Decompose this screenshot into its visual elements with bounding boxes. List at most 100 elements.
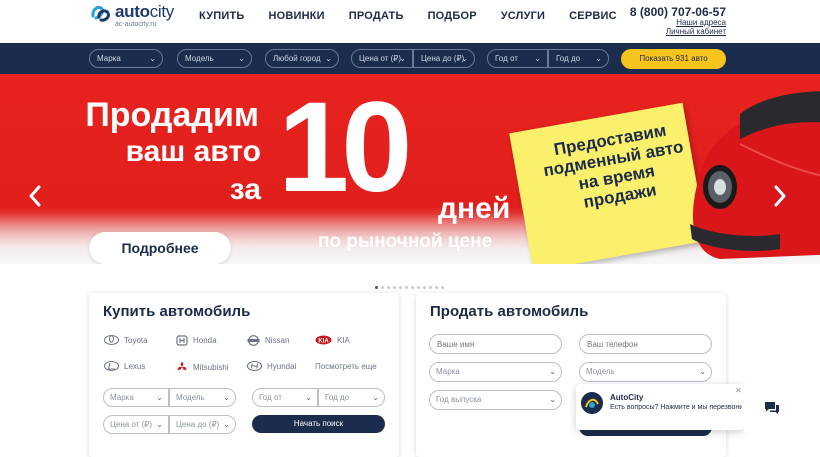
sell-phone-input[interactable] bbox=[579, 334, 712, 354]
filter-price-from-select[interactable]: Цена от (₽) ⌄ bbox=[351, 49, 413, 68]
car-illustration bbox=[690, 91, 820, 259]
chevron-down-icon: ⌄ bbox=[305, 393, 312, 402]
buy-model-label: Модель bbox=[176, 393, 205, 402]
carousel-dot[interactable] bbox=[429, 286, 432, 289]
filter-city-select[interactable]: Любой город ⌄ bbox=[265, 49, 339, 68]
filter-brand-select[interactable]: Марка ⌄ bbox=[89, 49, 163, 68]
filter-price-from-label: Цена от (₽) bbox=[359, 54, 402, 63]
brand-kia-label: KIA bbox=[337, 335, 350, 345]
chevron-down-icon: ⌄ bbox=[549, 367, 556, 376]
nav-services[interactable]: УСЛУГИ bbox=[501, 10, 545, 22]
filter-price-to-label: Цена до (₽) bbox=[421, 54, 465, 63]
buy-price-from-select[interactable]: Цена от (₽) ⌄ bbox=[103, 415, 169, 434]
carousel-dot[interactable] bbox=[381, 286, 384, 289]
carousel-dot[interactable] bbox=[411, 286, 414, 289]
chat-message: Есть вопросы? Нажмите и мы перезвоним ва… bbox=[610, 404, 742, 411]
logo-text-auto: auto bbox=[115, 2, 150, 21]
nav-service[interactable]: СЕРВИС bbox=[569, 10, 617, 22]
chevron-down-icon: ⌄ bbox=[595, 54, 602, 63]
lexus-icon bbox=[104, 361, 119, 371]
chevron-down-icon: ⌄ bbox=[156, 393, 163, 402]
brand-hyundai[interactable]: Hyundai bbox=[247, 361, 296, 371]
close-icon[interactable]: ✕ bbox=[735, 386, 742, 395]
filter-year-from-select[interactable]: Год от ⌄ bbox=[487, 49, 548, 68]
hyundai-icon bbox=[247, 361, 262, 371]
chevron-down-icon: ⌄ bbox=[699, 367, 706, 376]
carousel-dot[interactable] bbox=[441, 286, 444, 289]
main-nav: КУПИТЬ НОВИНКИ ПРОДАТЬ ПОДБОР УСЛУГИ СЕР… bbox=[199, 10, 641, 22]
nav-sell[interactable]: ПРОДАТЬ bbox=[349, 10, 404, 22]
site-header: autocity ac-autocity.ru КУПИТЬ НОВИНКИ П… bbox=[0, 0, 820, 43]
carousel-dot[interactable] bbox=[375, 286, 378, 289]
buy-year-to-select[interactable]: Год до ⌄ bbox=[318, 388, 385, 407]
banner-number: 10 bbox=[278, 76, 412, 219]
carousel-dot[interactable] bbox=[435, 286, 438, 289]
sell-model-select[interactable]: Модель ⌄ bbox=[579, 362, 712, 382]
filter-year-from-label: Год от bbox=[495, 54, 518, 63]
brand-honda[interactable]: Honda bbox=[176, 335, 217, 346]
sell-brand-select[interactable]: Марка ⌄ bbox=[429, 362, 562, 382]
buy-year-from-select[interactable]: Год от ⌄ bbox=[252, 388, 318, 407]
sell-year-label: Год выпуска bbox=[436, 395, 482, 404]
buy-title: Купить автомобиль bbox=[103, 303, 251, 320]
brand-hyundai-label: Hyundai bbox=[267, 361, 297, 371]
logo-icon bbox=[90, 4, 112, 24]
logo-wordmark: autocity bbox=[115, 2, 174, 21]
sell-title: Продать автомобиль bbox=[430, 303, 589, 320]
chat-avatar bbox=[581, 392, 603, 414]
toyota-icon bbox=[104, 335, 119, 345]
chevron-down-icon: ⌄ bbox=[223, 420, 230, 429]
nissan-icon bbox=[247, 335, 260, 346]
carousel-dot[interactable] bbox=[399, 286, 402, 289]
brand-honda-label: Honda bbox=[193, 336, 217, 345]
chat-popup[interactable]: AutoCity Есть вопросы? Нажмите и мы пере… bbox=[576, 384, 744, 430]
brand-see-more-link[interactable]: Посмотреть еще bbox=[315, 362, 377, 371]
sell-name-input[interactable] bbox=[429, 334, 562, 354]
carousel-prev-icon[interactable] bbox=[27, 185, 43, 207]
brand-mitsubishi[interactable]: Mitsubishi bbox=[176, 361, 229, 373]
brand-nissan-label: Nissan bbox=[265, 336, 290, 345]
carousel-dot[interactable] bbox=[423, 286, 426, 289]
carousel-dot[interactable] bbox=[417, 286, 420, 289]
buy-brand-select[interactable]: Марка ⌄ bbox=[103, 388, 169, 407]
banner-more-button[interactable]: Подробнее bbox=[89, 232, 231, 264]
carousel-dots bbox=[375, 286, 447, 289]
kia-icon: KIA bbox=[315, 335, 332, 345]
buy-model-select[interactable]: Модель ⌄ bbox=[169, 388, 236, 407]
nav-selection[interactable]: ПОДБОР bbox=[428, 10, 477, 22]
chevron-down-icon: ⌄ bbox=[461, 54, 468, 63]
filter-model-select[interactable]: Модель ⌄ bbox=[177, 49, 252, 68]
chat-icon bbox=[765, 402, 779, 414]
carousel-dot[interactable] bbox=[393, 286, 396, 289]
carousel-dot[interactable] bbox=[405, 286, 408, 289]
start-search-button[interactable]: Начать поиск bbox=[252, 415, 385, 433]
brand-kia[interactable]: KIA KIA bbox=[315, 335, 350, 345]
carousel-next-icon[interactable] bbox=[772, 185, 788, 207]
logo[interactable]: autocity ac-autocity.ru bbox=[90, 2, 174, 28]
buy-price-to-label: Цена до (₽) bbox=[176, 420, 220, 429]
chat-button[interactable] bbox=[744, 384, 799, 432]
svg-text:KIA: KIA bbox=[318, 338, 329, 344]
sell-year-select[interactable]: Год выпуска ⌄ bbox=[429, 390, 562, 410]
mitsubishi-icon bbox=[177, 361, 187, 370]
filter-year-to-select[interactable]: Год до ⌄ bbox=[548, 49, 609, 68]
buy-year-to-label: Год до bbox=[325, 393, 350, 402]
brand-toyota[interactable]: Toyota bbox=[104, 335, 148, 345]
brand-nissan[interactable]: Nissan bbox=[247, 335, 289, 346]
buy-price-to-select[interactable]: Цена до (₽) ⌄ bbox=[169, 415, 236, 434]
phone-number[interactable]: 8 (800) 707-06-57 bbox=[630, 5, 726, 19]
buy-brand-label: Марка bbox=[110, 393, 134, 402]
nav-new[interactable]: НОВИНКИ bbox=[268, 10, 324, 22]
brand-toyota-label: Toyota bbox=[124, 335, 148, 345]
filter-price-to-select[interactable]: Цена до (₽) ⌄ bbox=[413, 49, 475, 68]
carousel-dot[interactable] bbox=[387, 286, 390, 289]
nav-buy[interactable]: КУПИТЬ bbox=[199, 10, 244, 22]
promo-banner: Продадим ваш авто за 10 дней по рыночной… bbox=[0, 74, 820, 264]
chevron-down-icon: ⌄ bbox=[399, 54, 406, 63]
sell-model-label: Модель bbox=[586, 367, 615, 376]
banner-line-1: Продадим bbox=[85, 96, 259, 134]
addresses-link[interactable]: Наши адреса bbox=[676, 18, 726, 27]
cabinet-link[interactable]: Личный кабинет bbox=[666, 27, 726, 36]
brand-lexus[interactable]: Lexus bbox=[104, 361, 145, 371]
show-cars-button[interactable]: Показать 931 авто bbox=[621, 49, 726, 69]
